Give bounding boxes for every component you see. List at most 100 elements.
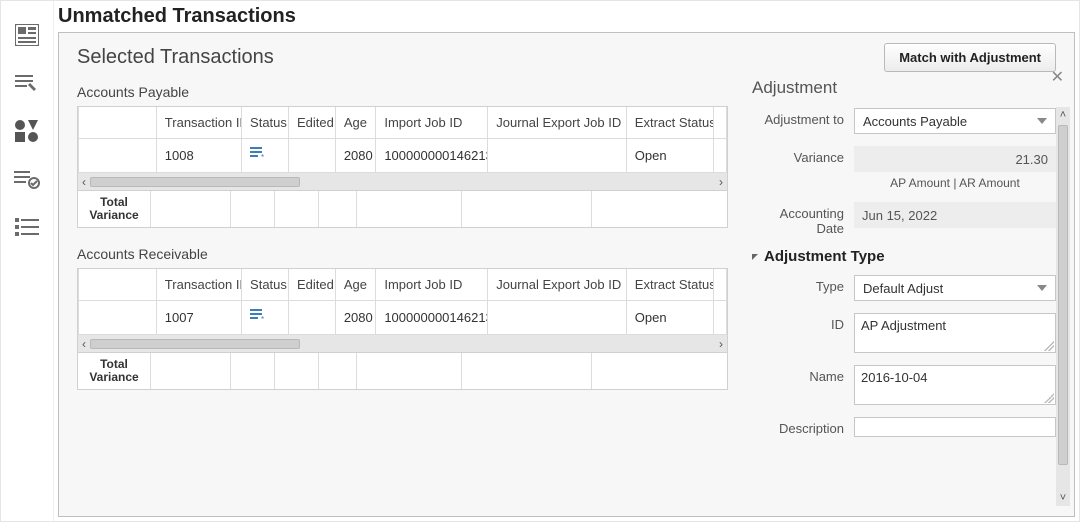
- fcell: [462, 353, 592, 389]
- name-input[interactable]: 2016-10-04: [854, 365, 1056, 405]
- accounting-date-label: Accounting Date: [752, 202, 854, 236]
- id-label: ID: [752, 313, 854, 332]
- table-header-row: Transaction ID Status Edited Age Import …: [79, 107, 727, 139]
- cell-extract-status: Open: [626, 301, 713, 335]
- th[interactable]: Age: [335, 269, 376, 301]
- total-variance-label: Total Variance: [78, 353, 151, 389]
- cell-import-job-id: 100000000146213: [376, 301, 488, 335]
- svg-text:*: *: [261, 315, 264, 323]
- scrollbar-thumb[interactable]: [1058, 125, 1068, 465]
- name-label: Name: [752, 365, 854, 384]
- resize-grip-icon[interactable]: [1044, 341, 1054, 351]
- type-label: Type: [752, 275, 854, 294]
- ar-table: Transaction ID Status Edited Age Import …: [77, 268, 728, 335]
- cell-journal-export-job-id: [488, 301, 627, 335]
- th[interactable]: Journal Export Job ID: [488, 107, 627, 139]
- fcell: [231, 191, 275, 227]
- th[interactable]: Extract Status: [626, 107, 713, 139]
- th[interactable]: [79, 269, 157, 301]
- th[interactable]: Edited: [288, 269, 335, 301]
- sidebar-icon-shapes[interactable]: [11, 115, 43, 147]
- cell-transaction-id: 1008: [156, 139, 241, 173]
- match-with-adjustment-button[interactable]: Match with Adjustment: [884, 43, 1056, 72]
- id-value: AP Adjustment: [861, 318, 946, 333]
- sidebar-icon-5[interactable]: [11, 211, 43, 243]
- th[interactable]: Status: [242, 269, 289, 301]
- chevron-left-icon[interactable]: ‹: [82, 337, 86, 351]
- ap-footer-row: Total Variance: [77, 191, 728, 228]
- th[interactable]: Edited: [288, 107, 335, 139]
- ar-horizontal-scrollbar[interactable]: ‹ ›: [77, 335, 728, 353]
- accounting-date-value: Jun 15, 2022: [854, 202, 1056, 228]
- status-list-icon: *: [250, 309, 266, 323]
- fcell: [151, 353, 231, 389]
- fcell: [231, 353, 275, 389]
- th[interactable]: [79, 107, 157, 139]
- th[interactable]: [714, 107, 727, 139]
- chevron-up-icon[interactable]: ˄: [1056, 109, 1070, 121]
- cell: [714, 139, 727, 173]
- th[interactable]: Import Job ID: [376, 107, 488, 139]
- adjustment-type-heading-text: Adjustment Type: [764, 248, 885, 265]
- cell-edited: [288, 139, 335, 173]
- ap-section-label: Accounts Payable: [77, 84, 728, 100]
- scrollbar-thumb[interactable]: [90, 177, 300, 187]
- cell-import-job-id: 100000000146213: [376, 139, 488, 173]
- th[interactable]: Age: [335, 107, 376, 139]
- table-header-row: Transaction ID Status Edited Age Import …: [79, 269, 727, 301]
- fcell: [592, 191, 727, 227]
- adjustment-to-value: Accounts Payable: [863, 114, 967, 129]
- panel-vertical-scrollbar[interactable]: ˄ ˅: [1056, 107, 1070, 506]
- cell-status: *: [242, 301, 289, 335]
- total-variance-label: Total Variance: [78, 191, 151, 227]
- table-row[interactable]: 1008 * 2080 100000000146213 Open: [79, 139, 727, 173]
- adjustment-to-label: Adjustment to: [752, 108, 854, 127]
- chevron-right-icon[interactable]: ›: [719, 337, 723, 351]
- th[interactable]: Journal Export Job ID: [488, 269, 627, 301]
- chevron-down-icon: [1037, 118, 1047, 124]
- description-label: Description: [752, 417, 854, 436]
- chevron-down-icon: [1037, 285, 1047, 291]
- adjustment-heading: Adjustment: [752, 78, 1056, 98]
- sidebar-icon-1[interactable]: [11, 19, 43, 51]
- cell-age: 2080: [335, 139, 376, 173]
- fcell: [357, 191, 462, 227]
- cell-status: *: [242, 139, 289, 173]
- description-input[interactable]: [854, 417, 1056, 437]
- adjustment-to-select[interactable]: Accounts Payable: [854, 108, 1056, 134]
- th[interactable]: Transaction ID: [156, 269, 241, 301]
- cell-extract-status: Open: [626, 139, 713, 173]
- type-value: Default Adjust: [863, 281, 943, 296]
- chevron-left-icon[interactable]: ‹: [82, 175, 86, 189]
- resize-grip-icon[interactable]: [1044, 393, 1054, 403]
- adjustment-panel: Adjustment Adjustment to Accounts Payabl…: [746, 78, 1056, 506]
- table-row[interactable]: 1007 * 2080 100000000146213 Open: [79, 301, 727, 335]
- fcell: [462, 191, 592, 227]
- th[interactable]: Transaction ID: [156, 107, 241, 139]
- th[interactable]: Extract Status: [626, 269, 713, 301]
- page-title: Unmatched Transactions: [54, 1, 1079, 32]
- chevron-down-icon[interactable]: ˅: [1056, 492, 1070, 504]
- sidebar-icon-4[interactable]: [11, 163, 43, 195]
- variance-value: 21.30: [854, 146, 1056, 172]
- sidebar-icon-2[interactable]: [11, 67, 43, 99]
- variance-subtext: AP Amount | AR Amount: [854, 176, 1056, 190]
- cell-age: 2080: [335, 301, 376, 335]
- scrollbar-thumb[interactable]: [90, 339, 300, 349]
- cell-edited: [288, 301, 335, 335]
- collapse-triangle-icon: [752, 254, 758, 260]
- th[interactable]: [714, 269, 727, 301]
- th[interactable]: Status: [242, 107, 289, 139]
- name-value: 2016-10-04: [861, 370, 928, 385]
- id-input[interactable]: AP Adjustment: [854, 313, 1056, 353]
- chevron-right-icon[interactable]: ›: [719, 175, 723, 189]
- cell: [79, 301, 157, 335]
- adjustment-type-heading[interactable]: Adjustment Type: [752, 248, 1056, 265]
- th[interactable]: Import Job ID: [376, 269, 488, 301]
- svg-text:*: *: [261, 153, 264, 161]
- ap-horizontal-scrollbar[interactable]: ‹ ›: [77, 173, 728, 191]
- fcell: [319, 191, 357, 227]
- variance-label: Variance: [752, 146, 854, 165]
- cell-journal-export-job-id: [488, 139, 627, 173]
- type-select[interactable]: Default Adjust: [854, 275, 1056, 301]
